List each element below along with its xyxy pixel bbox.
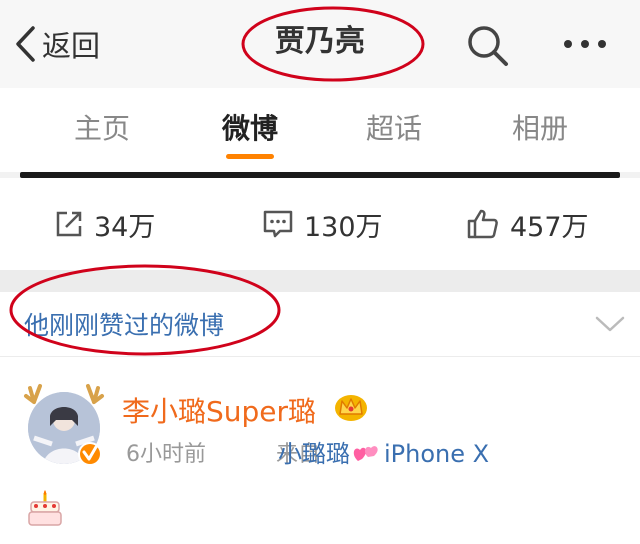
tab-super-topic[interactable]: 超话 [324, 88, 464, 172]
stats-bar: 34万 130万 457万 [0, 178, 640, 270]
post-time: 6小时前 [126, 442, 206, 467]
cake-emoji-icon [28, 490, 62, 526]
source-name: 小璐璐 [278, 440, 350, 468]
tab-weibo[interactable]: 微博 [180, 88, 320, 172]
more-icon[interactable] [560, 30, 610, 58]
crown-icon [335, 395, 367, 421]
search-icon[interactable] [464, 22, 510, 68]
thumbs-up-icon [467, 209, 498, 239]
comment-button[interactable]: 130万 [262, 178, 383, 270]
comment-count: 130万 [304, 211, 383, 243]
like-count: 457万 [510, 211, 589, 243]
avatar[interactable] [20, 380, 108, 468]
source-device: iPhone X [384, 440, 490, 468]
annotation-circle [9, 264, 281, 356]
tab-bar: 主页 微博 超话 相册 [0, 88, 640, 172]
tab-home[interactable]: 主页 [32, 88, 172, 172]
like-button[interactable]: 457万 [466, 178, 589, 270]
hearts-icon [353, 446, 378, 461]
post-source[interactable]: 小璐璐 iPhone X [278, 434, 489, 469]
repost-button[interactable]: 34万 [54, 178, 155, 270]
tab-album[interactable]: 相册 [470, 88, 610, 172]
annotation-circle [241, 6, 425, 82]
active-tab-indicator [226, 154, 274, 159]
share-icon [56, 211, 82, 237]
repost-count: 34万 [94, 211, 156, 243]
comment-icon [263, 210, 293, 238]
chevron-down-icon[interactable] [594, 314, 626, 334]
post-username: 李小璐Super璐 [122, 395, 317, 428]
